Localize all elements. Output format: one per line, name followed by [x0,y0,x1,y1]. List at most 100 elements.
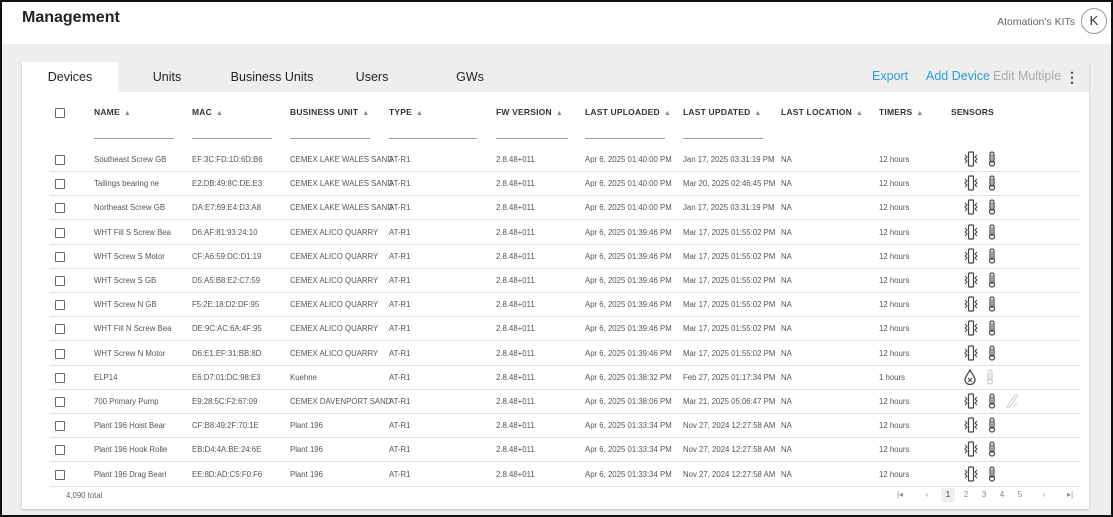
sensors-cell [963,344,997,361]
row-checkbox[interactable] [55,445,65,456]
tab-bar: Devices Units Business Units Users GWs E… [22,62,1089,92]
filter-input[interactable] [683,138,763,139]
prev-page-icon[interactable]: ‹ [920,488,934,502]
page-1-button[interactable]: 1 [941,488,955,502]
sensors-cell [963,175,997,191]
row-checkbox[interactable] [55,227,65,238]
sort-icon[interactable]: ▲ [416,110,423,117]
export-button[interactable]: Export [872,69,908,83]
next-page-icon[interactable]: › [1037,488,1051,502]
sort-icon[interactable]: ▲ [916,110,923,117]
add-device-button[interactable]: Add Device [926,69,990,83]
column-header-last-location[interactable]: LAST LOCATION ▲ [781,107,863,117]
sort-icon[interactable]: ▲ [856,110,863,117]
table-row[interactable]: WHT Screw N GB F5:2E:18:D2:DF:95 CEMEX ALI… [50,293,1080,318]
cell-uploaded: Apr 6, 2025 01:39:46 PM [585,324,672,334]
cell-type: AT-R1 [389,300,411,310]
column-header-mac[interactable]: MAC ▲ [192,107,223,117]
page-3-button[interactable]: 3 [977,488,991,502]
vibration-sensor-icon [964,393,978,409]
thermometer-sensor-icon [988,296,996,312]
cell-uploaded: Apr 6, 2025 01:33:34 PM [585,421,672,431]
table-row[interactable]: ELP14 E6:D7:01:DC:98:E3 Kuehne AT-R1 2.8.48+… [50,366,1080,390]
sort-icon[interactable]: ▲ [664,110,671,117]
table-row[interactable]: 700 Primary Pump E9:28:5C:F2:67:09 CEMEX D… [50,390,1080,414]
row-checkbox[interactable] [55,203,65,214]
column-header-last-uploaded[interactable]: LAST UPLOADED ▲ [585,107,671,117]
table-row[interactable]: Plant 196 Drag Beari EE:8D:AD:C5:F0:F6 Pla… [50,463,1080,487]
kebab-icon[interactable]: ⋮ [1065,69,1079,86]
column-header-last-updated[interactable]: LAST UPDATED ▲ [683,107,762,117]
vibration-sensor-icon [964,465,978,482]
cell-location: NA [781,227,792,237]
sort-icon[interactable]: ▲ [556,110,563,117]
page-4-button[interactable]: 4 [995,488,1009,502]
column-header-fw-version[interactable]: FW VERSION ▲ [496,107,563,117]
sort-icon[interactable]: ▲ [216,110,223,117]
row-checkbox[interactable] [55,469,65,480]
page-2-button[interactable]: 2 [959,488,973,502]
row-checkbox[interactable] [55,421,65,432]
row-checkbox[interactable] [55,348,65,359]
table-row[interactable]: Northeast Screw GB DA:E7:69:E4:D3:A8 CEMEX… [50,196,1080,221]
avatar[interactable]: K [1081,8,1107,34]
cell-timers: 12 hours [879,300,910,310]
tab-gws[interactable]: GWs [442,62,498,92]
table-row[interactable]: WHT Screw S Motor CF:A6:59:DC:D1:19 CEMEX … [50,245,1080,269]
vibration-sensor-icon [964,248,978,264]
cell-location: NA [781,203,792,213]
table-row[interactable]: Tailings bearing ne E2:DB:49:8C:DE:E3 CEME… [50,172,1080,197]
table-row[interactable]: Southeast Screw GB EF:3C:FD:1D:6D:B6 CEMEX… [50,148,1080,172]
row-checkbox[interactable] [55,155,65,165]
thermometer-sensor-icon [988,393,996,409]
table-row[interactable]: WHT Fill S Screw Bea D6:AF:81:93:24:10 CEM… [50,221,1080,245]
table-row[interactable]: WHT Screw S GB D5:A5:B8:E2:C7:59 CEMEX ALI… [50,269,1080,293]
table-row[interactable]: WHT Screw N Motor D6:E1:EF:31:BB:8D CEMEX … [50,342,1080,366]
first-page-icon[interactable]: |◂ [893,488,907,502]
last-page-icon[interactable]: ▸| [1063,488,1077,502]
column-header-timers[interactable]: TIMERS ▲ [879,107,923,117]
cell-timers: 12 hours [879,469,910,479]
thermometer-sensor-icon [988,320,996,336]
table-row[interactable]: Plant 196 Hook Rolle EB:D4:4A:BE:24:6E Pla… [50,438,1080,463]
filter-input[interactable] [389,138,477,139]
page-5-button[interactable]: 5 [1013,488,1027,502]
cell-name: Plant 196 Hoist Bear [94,421,166,431]
sort-icon[interactable]: ▲ [362,110,369,117]
cell-mac: CF:A6:59:DC:D1:19 [192,251,262,261]
table-row[interactable]: WHT Fill N Screw Bea DE:9C:AC:6A:4F:95 CEM… [50,317,1080,342]
cell-timers: 12 hours [879,251,910,261]
filter-input[interactable] [496,138,568,139]
tab-units[interactable]: Units [132,62,202,92]
select-all-checkbox[interactable] [55,108,65,118]
tab-business-units[interactable]: Business Units [222,62,322,92]
row-checkbox[interactable] [55,251,65,262]
sensors-cell [963,151,997,167]
row-checkbox[interactable] [55,276,65,286]
sort-icon[interactable]: ▲ [754,110,761,117]
row-checkbox[interactable] [55,372,65,383]
filter-input[interactable] [94,138,174,139]
cell-bu: CEMEX DAVENPORT SAND [290,397,392,406]
filter-input[interactable] [585,138,665,139]
row-checkbox[interactable] [55,300,65,311]
row-checkbox[interactable] [55,397,65,407]
cell-type: AT-R1 [389,421,411,431]
column-header-name[interactable]: NAME ▲ [94,107,131,117]
top-bar: Management Atomation's KITs K [2,2,1111,44]
cell-fw: 2.8.48+011 [496,445,535,455]
table-row[interactable]: Plant 196 Hoist Bear CF:B8:49:2F:70:1E Pla… [50,414,1080,439]
filter-input[interactable] [192,138,272,139]
cell-mac: EB:D4:4A:BE:24:6E [192,445,262,455]
total-count: 4,090 total [66,491,103,500]
row-checkbox[interactable] [55,179,65,190]
edit-multiple-button[interactable]: Edit Multiple [993,69,1061,83]
column-header-business-unit[interactable]: BUSINESS UNIT ▲ [290,107,369,117]
column-header-type[interactable]: TYPE ▲ [389,107,423,117]
row-checkbox[interactable] [55,324,65,335]
tab-devices[interactable]: Devices [22,62,118,92]
cell-updated: Mar 21, 2025 05:06:47 PM [683,397,776,406]
sort-icon[interactable]: ▲ [124,110,131,117]
tab-users[interactable]: Users [342,62,402,92]
filter-input[interactable] [290,138,370,139]
